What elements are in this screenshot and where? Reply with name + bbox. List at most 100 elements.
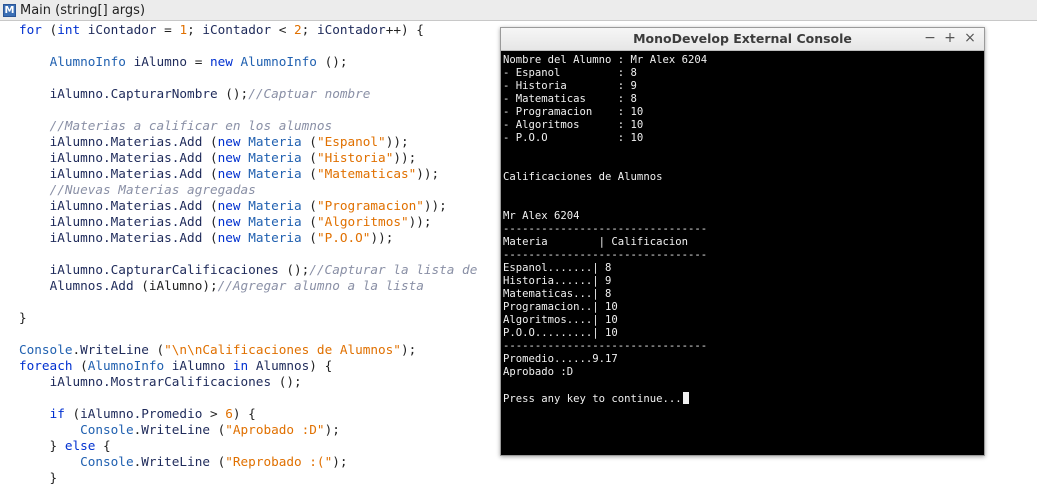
code-token: new [217, 166, 241, 181]
code-token: iContador [202, 22, 272, 37]
code-line[interactable]: Alumnos.Add (iAlumno);//Agregar alumno a… [19, 278, 424, 294]
code-token: iAlumno.CapturarCalificaciones [49, 262, 279, 277]
code-token: ( [202, 150, 218, 165]
console-line-text: Mr Alex 6204 [503, 210, 580, 222]
code-line[interactable]: if (iAlumno.Promedio > 6) { [19, 406, 256, 422]
code-token: Console [19, 342, 73, 357]
code-token: 1 [179, 22, 188, 37]
code-line[interactable]: iAlumno.Materias.Add (new Materia ("Mate… [19, 166, 440, 182]
code-token: } [19, 470, 58, 485]
code-token: ( [202, 166, 218, 181]
code-token: Materia [248, 214, 302, 229]
code-token: iAlumno.Materias.Add [49, 198, 203, 213]
code-line[interactable]: iAlumno.MostrarCalificaciones (); [19, 374, 302, 390]
console-line-text: - P.O.O : 10 [503, 132, 644, 144]
external-console-window[interactable]: MonoDevelop External Console − + × Nombr… [500, 27, 985, 456]
editor-method-bar[interactable]: M Main (string[] args) [0, 0, 1037, 21]
close-icon[interactable]: × [962, 30, 978, 46]
code-token: (); [278, 262, 310, 277]
code-token: (); [316, 54, 348, 69]
code-token: ( [148, 342, 165, 357]
code-token: ( [64, 406, 81, 421]
console-line: - Historia : 9 [503, 80, 637, 93]
code-token: ( [301, 214, 317, 229]
code-token: } [19, 310, 27, 325]
console-line-text: Nombre del Alumno : Mr Alex 6204 [503, 54, 708, 66]
code-token: ( [209, 422, 226, 437]
console-line-text: Promedio......9.17 [503, 353, 618, 365]
code-token: //Captuar nombre [248, 86, 371, 101]
code-token: new [217, 134, 241, 149]
code-line[interactable]: iAlumno.CapturarCalificaciones ();//Capt… [19, 262, 478, 278]
code-token: WriteLine [141, 422, 210, 437]
code-token: ( [202, 198, 218, 213]
console-titlebar[interactable]: MonoDevelop External Console − + × [501, 28, 984, 51]
code-token: )); [393, 150, 417, 165]
console-line-text: Materia | Calificacion [503, 236, 688, 248]
code-line[interactable]: iAlumno.Materias.Add (new Materia ("Espa… [19, 134, 409, 150]
code-line[interactable]: iAlumno.Materias.Add (new Materia ("Hist… [19, 150, 417, 166]
code-token: foreach [19, 358, 73, 373]
code-token: new [217, 198, 241, 213]
code-line[interactable]: //Materias a calificar en los alumnos [19, 118, 333, 134]
minimize-icon[interactable]: − [922, 30, 938, 46]
console-line: Matematicas...| 8 [503, 288, 611, 301]
code-line[interactable]: iAlumno.CapturarNombre ();//Captuar nomb… [19, 86, 371, 102]
console-line: - P.O.O : 10 [503, 132, 643, 145]
console-line: Nombre del Alumno : Mr Alex 6204 [503, 54, 707, 67]
code-line[interactable]: Console.WriteLine ("Aprobado :D"); [19, 422, 340, 438]
console-line-text: Algoritmos....| 10 [503, 314, 618, 326]
code-token: > [202, 406, 226, 421]
code-token: new [217, 230, 241, 245]
code-line[interactable]: iAlumno.Materias.Add (new Materia ("Algo… [19, 214, 432, 230]
code-token: ( [202, 214, 218, 229]
code-token: ( [301, 134, 317, 149]
code-line[interactable]: //Nuevas Materias agregadas [19, 182, 256, 198]
code-token: "Algoritmos" [316, 214, 409, 229]
code-line[interactable]: } [19, 310, 27, 326]
code-token: new [217, 214, 241, 229]
code-token: WriteLine [80, 342, 149, 357]
code-line[interactable]: iAlumno.Materias.Add (new Materia ("Prog… [19, 198, 447, 214]
code-token: Console [80, 454, 134, 469]
code-token: < [271, 22, 295, 37]
code-line[interactable]: iAlumno.Materias.Add (new Materia ("P.O.… [19, 230, 394, 246]
code-token: ( [301, 230, 317, 245]
maximize-icon[interactable]: + [942, 30, 958, 46]
code-token: iAlumno.Materias.Add [49, 230, 203, 245]
code-token: ) { [232, 406, 256, 421]
code-token: "P.O.O" [316, 230, 371, 245]
code-token: "Espanol" [316, 134, 386, 149]
console-line: -------------------------------- [503, 340, 707, 353]
code-token: = [156, 22, 180, 37]
code-line[interactable]: for (int iContador = 1; iContador < 2; i… [19, 22, 424, 38]
code-line[interactable]: foreach (AlumnoInfo iAlumno in Alumnos) … [19, 358, 332, 374]
method-title[interactable]: Main (string[] args) [20, 3, 145, 18]
code-token: "Reprobado :(" [225, 454, 333, 469]
code-line[interactable]: Console.WriteLine ("\n\nCalificaciones d… [19, 342, 416, 358]
code-token: ( [301, 166, 317, 181]
code-token: ( [202, 134, 218, 149]
code-token: iAlumno.CapturarNombre [49, 86, 218, 101]
code-token: Materia [248, 230, 302, 245]
console-line-text: - Algoritmos : 10 [503, 119, 644, 131]
code-token: "Aprobado :D" [225, 422, 325, 437]
code-token: AlumnoInfo [87, 358, 165, 373]
console-line-text: P.O.O.........| 10 [503, 327, 618, 339]
console-line-text: - Matematicas : 8 [503, 93, 637, 105]
code-line[interactable]: } [19, 470, 58, 486]
code-line[interactable]: } else { [19, 438, 111, 454]
console-output[interactable]: Nombre del Alumno : Mr Alex 6204- Espano… [502, 51, 983, 454]
code-token: WriteLine [141, 454, 210, 469]
code-line[interactable]: Console.WriteLine ("Reprobado :("); [19, 454, 347, 470]
code-token: iAlumno.Promedio [80, 406, 203, 421]
code-token: Alumnos [248, 358, 310, 373]
code-token: } [19, 438, 65, 453]
console-line-text: Calificaciones de Alumnos [503, 171, 663, 183]
code-line[interactable]: AlumnoInfo iAlumno = new AlumnoInfo (); [19, 54, 348, 70]
